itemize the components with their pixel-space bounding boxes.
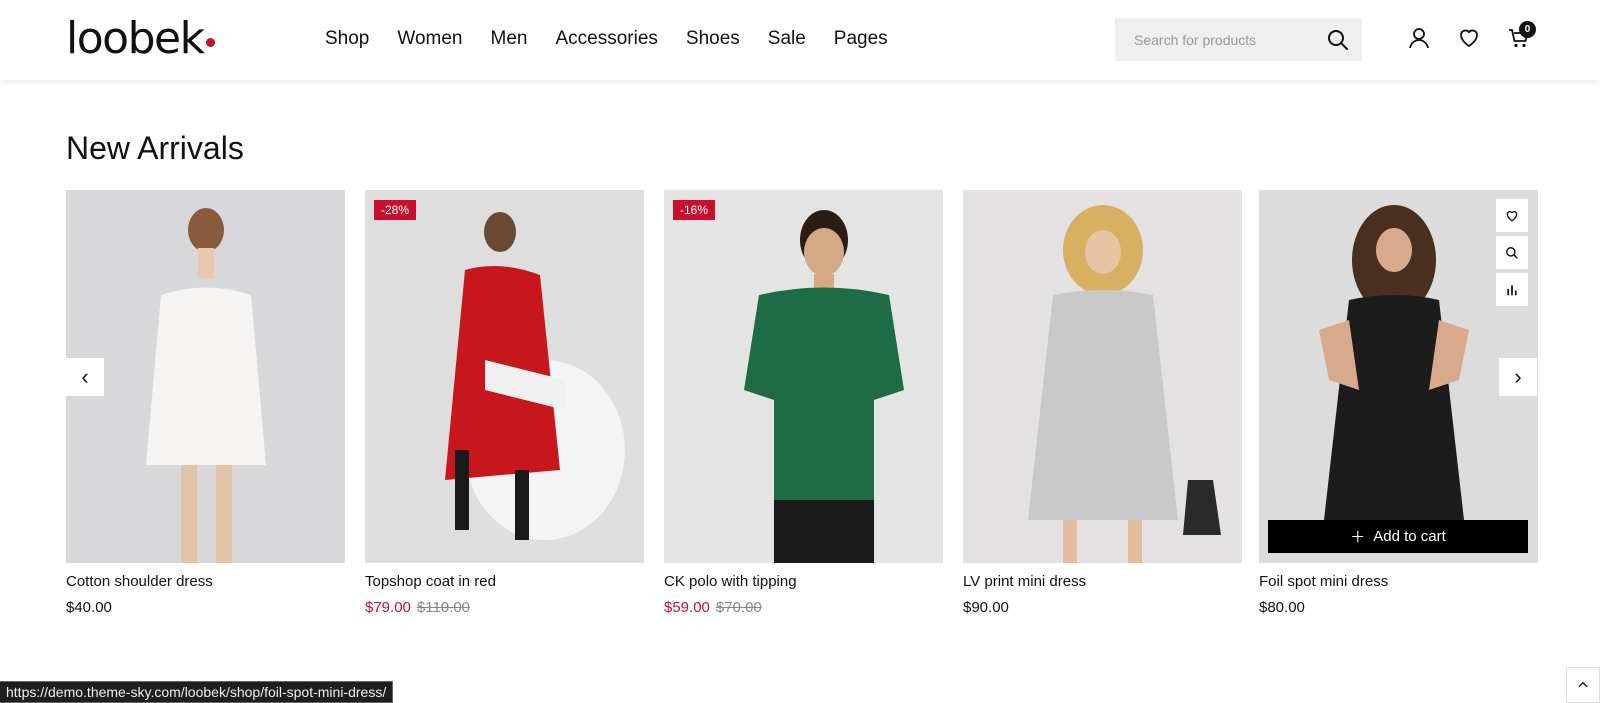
price-old: $70.00 xyxy=(715,599,762,616)
product-card[interactable]: -16% CK polo with tipping $59.00 $70.00 xyxy=(664,190,943,616)
product-name[interactable]: Cotton shoulder dress xyxy=(66,573,345,590)
price-old: $110.00 xyxy=(416,599,470,616)
browser-status-url: https://demo.theme-sky.com/loobek/shop/f… xyxy=(0,681,394,703)
nav-men[interactable]: Men xyxy=(491,28,528,50)
product-name[interactable]: Topshop coat in red xyxy=(365,573,644,590)
product-card[interactable]: ＋ Add to cart Foil spot mini dress $80.0… xyxy=(1259,190,1538,616)
product-price: $59.00 $70.00 xyxy=(664,599,943,616)
nav-shop[interactable]: Shop xyxy=(325,28,369,50)
search-input[interactable] xyxy=(1134,31,1326,48)
product-name[interactable]: LV print mini dress xyxy=(963,573,1242,590)
quick-view-search-icon[interactable] xyxy=(1496,236,1528,269)
main-nav: Shop Women Men Accessories Shoes Sale Pa… xyxy=(325,28,888,50)
product-image[interactable]: -28% xyxy=(365,190,644,563)
logo[interactable]: loobek xyxy=(66,13,215,64)
product-price: $90.00 xyxy=(963,599,1242,616)
product-image[interactable] xyxy=(66,190,345,563)
product-quick-actions xyxy=(1496,199,1528,306)
nav-accessories[interactable]: Accessories xyxy=(555,28,657,50)
chevron-left-icon: ‹ xyxy=(81,364,89,389)
nav-sale[interactable]: Sale xyxy=(768,28,806,50)
product-image[interactable]: -16% xyxy=(664,190,943,563)
scroll-to-top-button[interactable] xyxy=(1566,667,1600,703)
carousel-next-button[interactable]: › xyxy=(1499,358,1537,396)
logo-dot xyxy=(205,38,215,47)
product-name[interactable]: Foil spot mini dress xyxy=(1259,573,1538,590)
search-bar xyxy=(1115,18,1362,61)
site-header: loobek Shop Women Men Accessories Shoes … xyxy=(0,0,1600,80)
add-to-cart-button[interactable]: ＋ Add to cart xyxy=(1268,520,1528,553)
price-current: $40.00 xyxy=(66,599,112,616)
add-to-cart-label: Add to cart xyxy=(1373,528,1446,545)
product-image[interactable]: ＋ Add to cart xyxy=(1259,190,1538,563)
chevron-right-icon: › xyxy=(1514,364,1522,389)
nav-shoes[interactable]: Shoes xyxy=(686,28,740,50)
wishlist-heart-icon[interactable] xyxy=(1496,199,1528,232)
compare-chart-icon[interactable] xyxy=(1496,273,1528,306)
product-image[interactable] xyxy=(963,190,1242,563)
chevron-up-icon xyxy=(1578,681,1588,688)
product-carousel: Cotton shoulder dress $40.00 -28% Topsho… xyxy=(66,190,1538,620)
product-card[interactable]: LV print mini dress $90.00 xyxy=(963,190,1242,616)
product-name[interactable]: CK polo with tipping xyxy=(664,573,943,590)
price-current: $90.00 xyxy=(963,599,1009,616)
price-current: $80.00 xyxy=(1259,599,1305,616)
product-price: $40.00 xyxy=(66,599,345,616)
search-icon[interactable] xyxy=(1326,28,1350,52)
product-card[interactable]: -28% Topshop coat in red $79.00 $110.00 xyxy=(365,190,644,616)
discount-badge: -28% xyxy=(374,200,417,220)
carousel-prev-button[interactable]: ‹ xyxy=(66,358,104,396)
cart-count-badge: 0 xyxy=(1519,21,1536,38)
user-icon[interactable] xyxy=(1407,26,1431,50)
section-title: New Arrivals xyxy=(66,130,244,166)
nav-pages[interactable]: Pages xyxy=(834,28,888,50)
heart-icon[interactable] xyxy=(1457,26,1481,50)
product-card[interactable]: Cotton shoulder dress $40.00 xyxy=(66,190,345,616)
nav-women[interactable]: Women xyxy=(397,28,462,50)
price-sale: $79.00 xyxy=(365,599,411,616)
price-sale: $59.00 xyxy=(664,599,710,616)
discount-badge: -16% xyxy=(673,200,716,220)
plus-icon: ＋ xyxy=(1350,529,1366,546)
product-price: $80.00 xyxy=(1259,599,1538,616)
product-price: $79.00 $110.00 xyxy=(365,599,644,616)
